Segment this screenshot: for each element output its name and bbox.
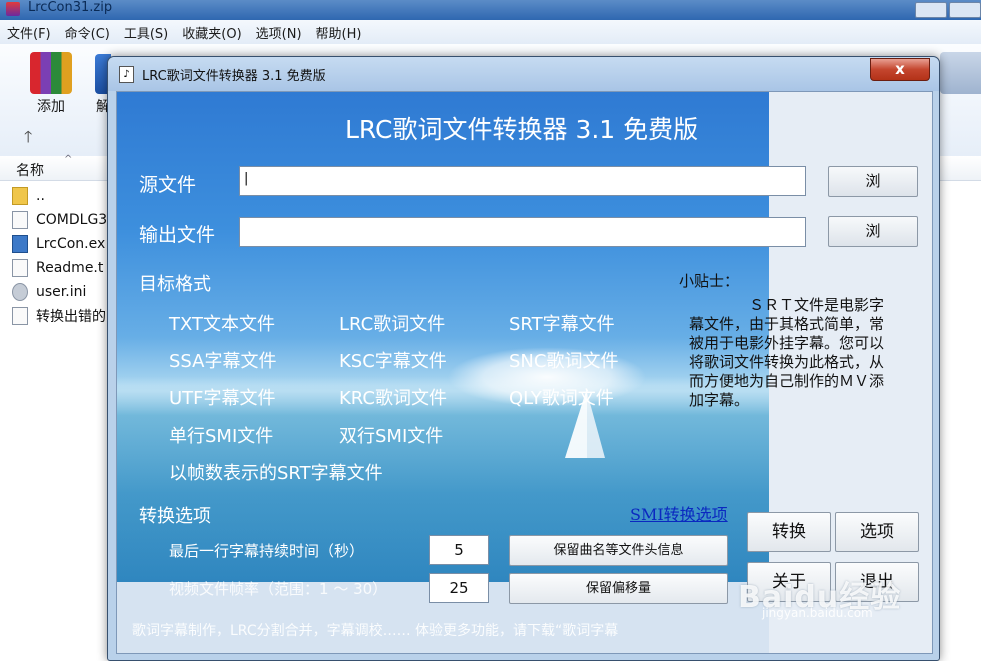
menu-file[interactable]: 文件(F) [0,23,58,42]
dialog-title: LRC歌词文件转换器 3.1 免费版 [142,69,326,84]
dialog-titlebar[interactable]: ♪ LRC歌词文件转换器 3.1 免费版 x [108,57,939,91]
keep-offset-button[interactable]: 保留偏移量 [509,573,728,604]
output-browse-button[interactable]: 浏 [828,216,918,247]
background-menubar: 文件(F) 命令(C) 工具(S) 收藏夹(O) 选项(N) 帮助(H) [0,20,981,45]
conversion-options-label: 转换选项 [139,506,211,527]
convert-button[interactable]: 转换 [747,512,831,552]
format-option-krc[interactable]: KRC歌词文件 [339,384,447,410]
list-item[interactable]: COMDLG3 [12,208,112,232]
source-file-label: 源文件 [139,174,197,196]
source-browse-button[interactable]: 浏 [828,166,918,197]
file-list: .. COMDLG3 LrcCon.ex Readme.t user.ini 转… [12,184,112,328]
page-title: LRC歌词文件转换器 3.1 免费版 [345,115,699,144]
winrar-app-icon [6,2,20,16]
background-window-title: LrcCon31.zip [28,0,113,15]
format-option-snc[interactable]: SNC歌词文件 [509,347,618,373]
column-name[interactable]: 名称 [16,160,44,180]
close-button[interactable]: x [870,58,930,81]
output-file-label: 输出文件 [139,224,216,246]
file-icon [12,211,28,229]
format-option-ksc[interactable]: KSC字幕文件 [339,347,447,373]
tip-title: 小贴士： [679,272,740,290]
background-window-controls [915,0,981,20]
format-option-srt[interactable]: SRT字幕文件 [509,310,615,336]
converter-dialog: ♪ LRC歌词文件转换器 3.1 免费版 x LRC歌词文件转换器 3.1 免费… [107,56,940,661]
source-file-input[interactable]: | [239,166,806,196]
dialog-client-area: LRC歌词文件转换器 3.1 免费版 源文件 | 浏 输出文件 浏 目标格式 T… [116,91,933,654]
format-option-smi-double[interactable]: 双行SMI文件 [339,422,443,448]
last-subtitle-duration-label: 最后一行字幕持续时间（秒） [169,542,365,560]
menu-tools[interactable]: 工具(S) [117,23,175,42]
format-option-srt-frames[interactable]: 以帧数表示的SRT字幕文件 [169,459,383,485]
format-option-qly[interactable]: QLY歌词文件 [509,384,614,410]
text-file-icon [12,259,28,277]
target-format-label: 目标格式 [139,274,211,295]
options-button[interactable]: 选项 [835,512,919,552]
exe-icon [12,235,28,253]
up-arrow-icon[interactable]: 🡑 [24,126,32,153]
maximize-button[interactable] [949,2,981,18]
keep-header-button[interactable]: 保留曲名等文件头信息 [509,535,728,566]
settings-file-icon [12,283,28,301]
app-icon: ♪ [119,66,134,83]
format-option-ssa[interactable]: SSA字幕文件 [169,347,277,373]
list-item[interactable]: Readme.t [12,256,112,280]
watermark-url: jingyan.baidu.com [762,606,873,620]
footer-promo-text: 歌词字幕制作，LRC分割合并，字幕调校…… 体验更多功能，请下载“歌词字幕 [132,623,619,639]
list-item[interactable]: LrcCon.ex [12,232,112,256]
menu-options[interactable]: 选项(N) [249,23,309,42]
list-item[interactable]: .. [12,184,112,208]
menu-help[interactable]: 帮助(H) [309,23,369,42]
format-option-utf[interactable]: UTF字幕文件 [169,384,276,410]
background-window-titlebar: LrcCon31.zip [0,0,981,20]
list-item[interactable]: 转换出错的 [12,304,112,328]
folder-icon [12,187,28,205]
output-file-input[interactable] [239,217,806,247]
toolbar-tool-icon[interactable] [940,52,981,94]
menu-command[interactable]: 命令(C) [58,23,117,42]
tip-body: ＳＲＴ文件是电影字幕文件，由于其格式简单，常被用于电影外挂字幕。您可以将歌词文件… [689,296,885,409]
text-file-icon [12,307,28,325]
sort-up-icon: ^ [64,154,73,165]
duration-input[interactable]: 5 [429,535,489,565]
format-option-txt[interactable]: TXT文本文件 [169,310,275,336]
format-option-smi-single[interactable]: 单行SMI文件 [169,422,273,448]
list-item[interactable]: user.ini [12,280,112,304]
framerate-input[interactable]: 25 [429,573,489,603]
framerate-label: 视频文件帧率（范围：1 ～ 30） [169,580,388,598]
smi-options-link[interactable]: SMI转换选项 [630,501,728,525]
toolbar-add-label[interactable]: 添加 [37,96,65,116]
minimize-button[interactable] [915,2,947,18]
archive-add-icon[interactable] [30,52,72,94]
menu-favorites[interactable]: 收藏夹(O) [175,23,248,42]
format-option-lrc[interactable]: LRC歌词文件 [339,310,445,336]
text-cursor: | [244,171,249,186]
